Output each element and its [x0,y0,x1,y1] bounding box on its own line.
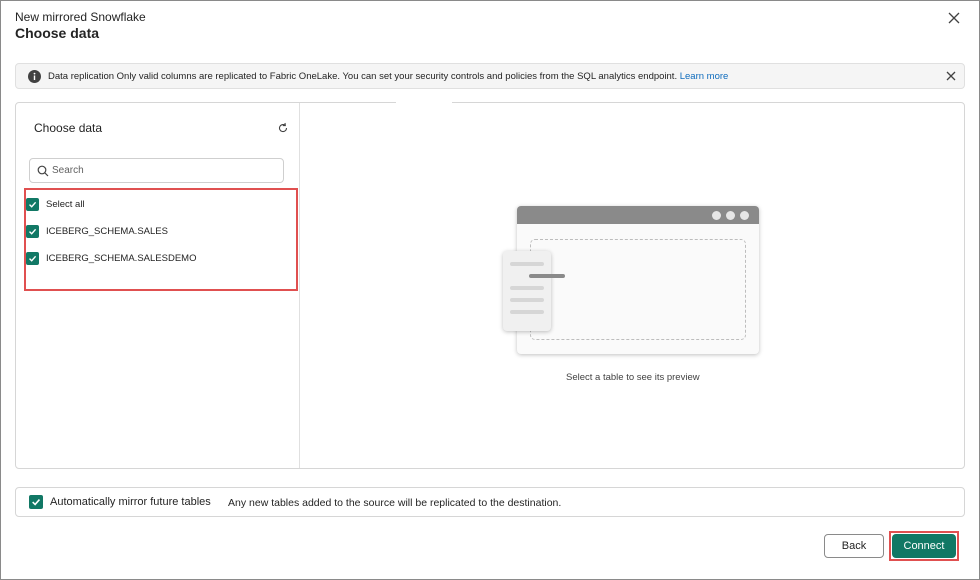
dialog: New mirrored Snowflake Choose data Data … [0,0,980,580]
table-list-pane: Choose data Select all [16,103,300,468]
select-all-checkbox[interactable]: Select all [26,196,85,212]
connect-button[interactable]: Connect [892,534,956,558]
illustration-line [510,310,544,314]
checkbox-checked-icon [26,251,39,265]
illustration-line [510,286,544,290]
learn-more-link[interactable]: Learn more [680,71,729,82]
auto-mirror-checkbox[interactable] [29,495,43,509]
illustration-document [503,251,551,331]
table-item-salesdemo[interactable]: ICEBERG_SCHEMA.SALESDEMO [26,250,196,266]
illustration-dot [740,211,749,220]
checkbox-checked-icon [26,197,39,211]
close-icon[interactable] [945,9,963,27]
panel-divider-gap [396,101,452,105]
illustration-titlebar [517,206,759,224]
illustration-accent-line [529,274,565,278]
dialog-subtitle: New mirrored Snowflake [15,10,146,24]
table-item-sales[interactable]: ICEBERG_SCHEMA.SALES [26,223,168,239]
auto-mirror-description: Any new tables added to the source will … [228,497,562,509]
search-box[interactable] [29,158,284,183]
info-icon [28,70,41,83]
illustration-dot [726,211,735,220]
table-item-label: ICEBERG_SCHEMA.SALESDEMO [46,252,197,264]
search-input[interactable] [52,161,280,180]
pane-heading: Choose data [34,121,103,135]
refresh-icon[interactable] [277,122,289,134]
banner-close-icon[interactable] [945,70,957,82]
auto-mirror-label: Automatically mirror future tables [50,496,211,508]
banner-message: Data replication Only valid columns are … [48,71,678,82]
illustration-line [510,298,544,302]
search-icon [37,165,49,177]
checkbox-checked-icon [26,224,39,238]
info-banner: Data replication Only valid columns are … [15,63,965,89]
auto-mirror-option: Automatically mirror future tables Any n… [15,487,965,517]
back-button[interactable]: Back [824,534,884,558]
table-item-label: ICEBERG_SCHEMA.SALES [46,225,168,237]
preview-caption: Select a table to see its preview [566,372,700,383]
choose-data-panel: Choose data Select all [15,101,965,469]
preview-illustration [517,206,759,354]
illustration-dropzone [530,239,746,340]
dialog-title: Choose data [15,25,100,41]
illustration-line [510,262,544,266]
illustration-dot [712,211,721,220]
banner-text: Data replication Only valid columns are … [48,71,728,82]
select-all-label: Select all [46,198,85,210]
